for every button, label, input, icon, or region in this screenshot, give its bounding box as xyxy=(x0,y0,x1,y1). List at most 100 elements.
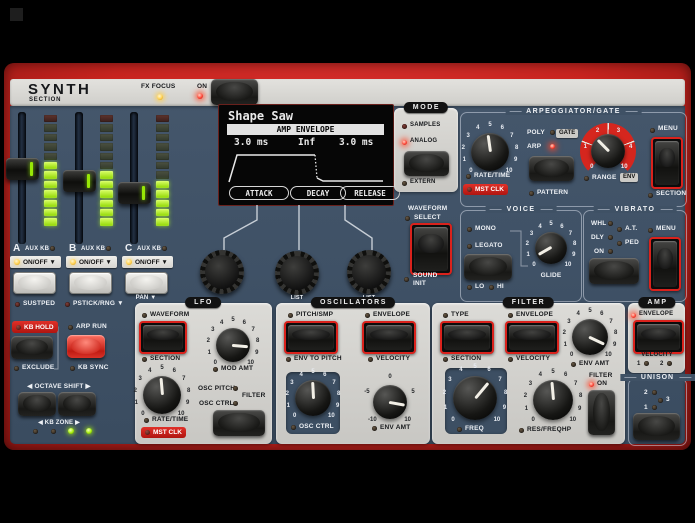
osc-envelope-button[interactable] xyxy=(362,321,416,354)
onoff-b-led xyxy=(70,259,76,265)
meter-segment xyxy=(156,115,169,122)
knob-tick: 8 xyxy=(504,390,507,396)
waveform-select-rocker xyxy=(414,227,448,271)
lfo-rate-knob[interactable]: 012345678910 xyxy=(143,376,181,414)
knob-tick: 4 xyxy=(629,144,632,150)
vibrato-menu-button[interactable] xyxy=(649,237,681,291)
meter-segment xyxy=(44,218,57,225)
lfo-mst-clk-badge: MST CLK xyxy=(141,427,186,438)
display-patch-name: Shape Saw xyxy=(228,109,293,123)
onoff-switch-c[interactable]: ON/OFF ▼ xyxy=(122,256,173,268)
knob-tick: 3 xyxy=(448,377,451,383)
arpeggiator-title: ARPEGGIATOR/GATE xyxy=(505,108,642,115)
onoff-a-label: ON/OFF ▼ xyxy=(23,259,56,266)
freq-label: FREQ xyxy=(465,425,484,432)
knob-tick: 5 xyxy=(411,389,414,395)
filter-envelope-button[interactable] xyxy=(505,321,559,354)
channel-a-button[interactable] xyxy=(13,272,56,294)
filter-envelope-rocker xyxy=(509,325,555,350)
channel-c-label: AUX KB xyxy=(137,246,161,252)
filter-on-button[interactable] xyxy=(588,390,615,435)
onoff-switch-a[interactable]: ON/OFF ▼ xyxy=(10,256,61,268)
level-slider-b[interactable] xyxy=(63,170,96,192)
knob-tick: 8 xyxy=(187,388,190,394)
arp-range-knob[interactable]: 0123410 xyxy=(591,134,625,168)
lfo-osc-ctrl-label: OSC CTRL xyxy=(199,400,234,407)
channel-c-button[interactable] xyxy=(125,272,168,294)
knob-tick: 10 xyxy=(605,352,612,358)
arp-run-button[interactable] xyxy=(67,335,105,358)
waveform-select-label-1: WAVEFORM xyxy=(408,205,447,212)
filter-type-button[interactable] xyxy=(440,321,494,354)
knob-tick: 5 xyxy=(551,369,554,375)
knob-tick: 0 xyxy=(141,411,144,417)
filter-on-led xyxy=(589,382,594,387)
lfo-mod-amt-knob[interactable]: 012345678910 xyxy=(216,328,250,362)
freq-knob[interactable]: 012345678910 xyxy=(453,376,497,420)
extern-led xyxy=(402,181,407,186)
res-knob[interactable]: 012345678910 xyxy=(533,380,573,420)
meter-segment xyxy=(44,124,57,131)
kb-hold-button[interactable] xyxy=(11,336,53,359)
res-led xyxy=(519,428,524,433)
lo-label: LO xyxy=(475,283,484,290)
meter-segment xyxy=(156,153,169,160)
unison-button[interactable] xyxy=(633,413,680,440)
lfo-waveform-button[interactable] xyxy=(139,321,187,354)
knob-tick: 2 xyxy=(286,391,289,397)
meter-segment xyxy=(100,153,113,160)
mode-button[interactable] xyxy=(404,151,449,176)
knob-tick: 5 xyxy=(488,122,491,128)
display-soft-knob-1[interactable] xyxy=(200,250,244,294)
knob-tick: 5 xyxy=(231,317,234,323)
knob-tick: 5 xyxy=(160,365,163,371)
knob-tick: 6 xyxy=(600,311,603,317)
level-slider-c[interactable] xyxy=(118,182,151,204)
display-attack-value: 3.0 ms xyxy=(234,137,268,148)
arp-mst-clk-label: MST CLK xyxy=(475,186,504,193)
lfo-waveform-label: WAVEFORM xyxy=(150,311,189,318)
octave-up-button[interactable] xyxy=(58,392,96,416)
arp-mode-button[interactable] xyxy=(529,156,574,181)
glide-knob[interactable]: 012345678910 xyxy=(535,232,567,264)
knob-tick: 8 xyxy=(515,145,518,151)
filter-env-amt-knob[interactable]: 012345678910 xyxy=(572,319,608,355)
hi-led xyxy=(489,285,494,290)
lfo-dest-button[interactable] xyxy=(213,410,265,436)
display-softkey-attack: ATTACK xyxy=(229,186,289,200)
knob-tick: 5 xyxy=(473,364,476,370)
knob-tick: 7 xyxy=(498,377,501,383)
exclude-label: EXCLUDE xyxy=(22,364,54,371)
arp-menu-button[interactable] xyxy=(651,137,683,189)
kb-zone-led-3 xyxy=(68,428,74,434)
display-soft-knob-3[interactable] xyxy=(347,250,391,294)
arp-rate-knob[interactable]: 012345678910 xyxy=(471,133,509,171)
vibrato-mode-button[interactable] xyxy=(589,258,639,284)
voice-mode-button[interactable] xyxy=(464,254,512,280)
octave-down-button[interactable] xyxy=(18,392,56,416)
synth-on-button[interactable] xyxy=(211,79,258,105)
amp-title: AMP xyxy=(638,297,675,308)
legato-label: LEGATO xyxy=(475,242,503,249)
env-to-pitch-led xyxy=(286,357,291,362)
lfo-section-led xyxy=(142,357,147,362)
display-screen: Shape Saw AMP ENVELOPE 3.0 ms Inf 3.0 ms… xyxy=(218,104,394,206)
unison-3-label: 3 xyxy=(666,396,670,403)
pitch-smp-label: PITCH/SMP xyxy=(296,311,333,318)
display-soft-knob-2[interactable] xyxy=(275,251,319,295)
level-meter-c xyxy=(156,115,169,226)
osc-ctrl-knob[interactable]: 012345678910 xyxy=(295,380,331,416)
onoff-switch-b[interactable]: ON/OFF ▼ xyxy=(66,256,117,268)
meter-segment xyxy=(100,143,113,150)
pattern-label: PATTERN xyxy=(537,189,568,196)
osc-env-amt-knob[interactable]: -10-50510 xyxy=(373,385,407,419)
osc-ctrl-label: OSC CTRL xyxy=(299,423,334,430)
amp-envelope-button[interactable] xyxy=(633,320,684,354)
waveform-select-button[interactable] xyxy=(410,223,452,275)
level-slider-a[interactable] xyxy=(6,158,39,180)
amp-envelope-led xyxy=(631,313,636,318)
pitch-smp-button[interactable] xyxy=(284,321,338,354)
lo-led xyxy=(467,285,472,290)
sound-init-led xyxy=(404,277,409,282)
channel-b-button[interactable] xyxy=(69,272,112,294)
